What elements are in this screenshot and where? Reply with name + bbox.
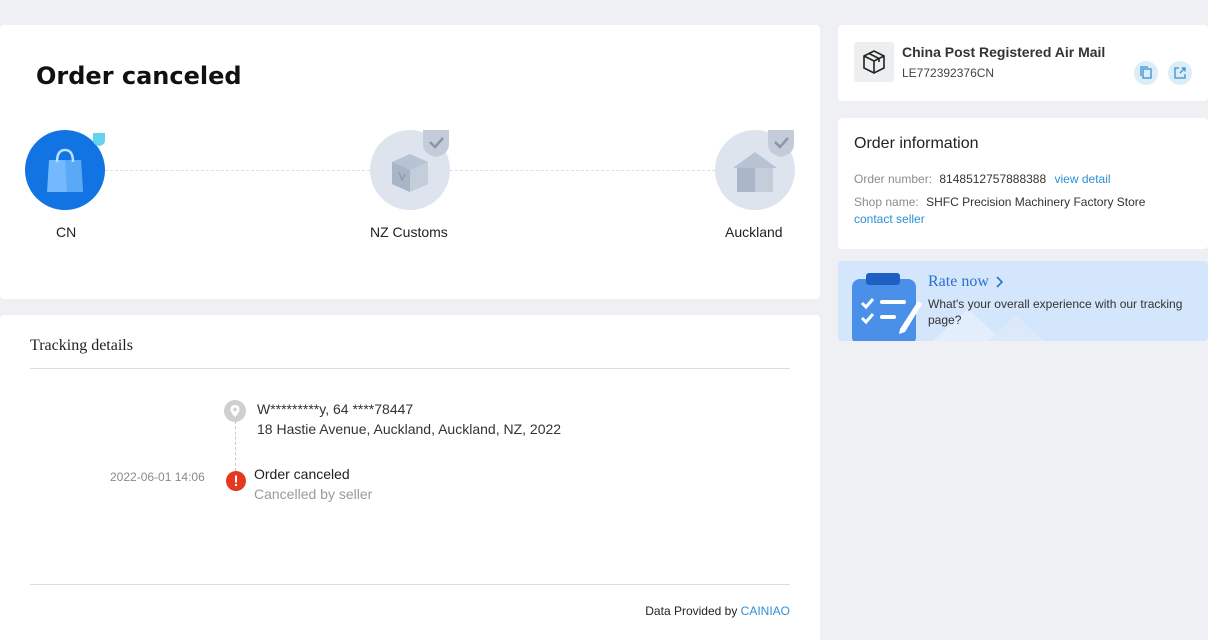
cainiao-link[interactable]: CAINIAO	[741, 604, 790, 618]
data-provider-prefix: Data Provided by	[645, 604, 741, 618]
contact-seller-link[interactable]: contact seller	[854, 212, 925, 226]
event-title: Order canceled	[254, 466, 350, 482]
progress-node-label: NZ Customs	[370, 224, 448, 240]
check-shield-icon	[768, 130, 794, 157]
shop-name-label: Shop name:	[854, 195, 919, 209]
timeline-connector	[235, 421, 236, 471]
tracking-number: LE772392376CN	[902, 66, 995, 80]
shop-name-row: Shop name: SHFC Precision Machinery Fact…	[854, 195, 1145, 209]
rate-now-description: What's your overall experience with our …	[928, 297, 1183, 327]
data-provider-footer: Data Provided by CAINIAO	[645, 604, 790, 618]
carrier-logo	[854, 42, 894, 82]
copy-icon	[1140, 66, 1152, 79]
delivery-address-recipient: W*********y, 64 ****78447	[257, 401, 414, 417]
progress-node-label: Auckland	[725, 224, 783, 240]
box-icon	[863, 50, 885, 74]
progress-connector	[450, 170, 715, 171]
view-detail-link[interactable]: view detail	[1055, 172, 1111, 186]
progress-node-auckland	[715, 130, 795, 210]
order-number-row: Order number: 8148512757888388 view deta…	[854, 172, 1111, 186]
progress-node-label: CN	[56, 224, 77, 240]
event-timestamp: 2022-06-01 14:06	[110, 470, 205, 484]
order-status-title: Order canceled	[36, 62, 242, 90]
carrier-name: China Post Registered Air Mail	[902, 44, 1106, 60]
rate-now-link[interactable]: Rate now	[928, 273, 1005, 291]
progress-node-nz-customs	[370, 130, 450, 210]
check-shield-icon	[423, 130, 449, 157]
event-subtitle: Cancelled by seller	[254, 486, 373, 502]
tracking-details-title: Tracking details	[30, 337, 133, 354]
progress-connector	[105, 170, 370, 171]
divider	[30, 368, 790, 369]
divider	[30, 584, 790, 585]
rate-now-label: Rate now	[928, 273, 989, 290]
external-link-icon	[1174, 67, 1186, 79]
copy-button[interactable]	[1134, 61, 1158, 85]
chevron-right-icon	[996, 276, 1004, 288]
clipboard-icon	[852, 273, 922, 341]
alert-icon	[226, 471, 246, 491]
location-pin-icon	[224, 400, 246, 422]
delivery-address-street: 18 Hastie Avenue, Auckland, Auckland, NZ…	[257, 421, 562, 437]
shop-name-value: SHFC Precision Machinery Factory Store	[926, 195, 1146, 209]
order-number-value: 8148512757888388	[939, 172, 1047, 186]
open-external-button[interactable]	[1168, 61, 1192, 85]
current-location-marker-icon	[93, 133, 105, 146]
order-information-title: Order information	[854, 135, 979, 152]
order-number-label: Order number:	[854, 172, 933, 186]
progress-node-cn	[25, 130, 105, 210]
